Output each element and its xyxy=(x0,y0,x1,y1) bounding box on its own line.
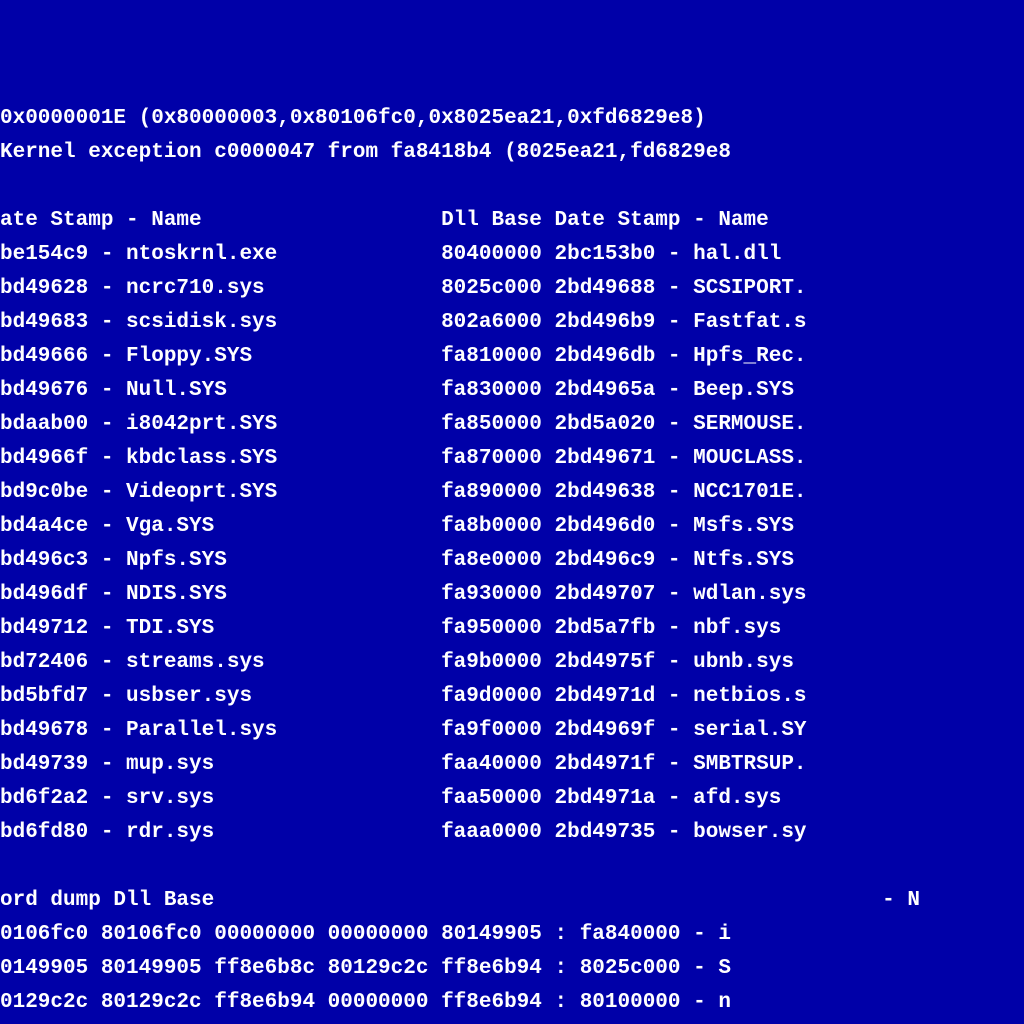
module-table-body: be154c9 - ntoskrnl.exe 80400000 2bc153b0… xyxy=(0,243,807,844)
kernel-exception-line: Kernel exception c0000047 from fa8418b4 … xyxy=(0,141,731,164)
dump-header: ord dump Dll Base - N xyxy=(0,889,920,912)
bsod-screen: 0x0000001E (0x80000003,0x80106fc0,0x8025… xyxy=(0,102,1024,1024)
dump-body: 0106fc0 80106fc0 00000000 00000000 80149… xyxy=(0,923,731,1024)
module-table-header: ate Stamp - Name Dll Base Date Stamp - N… xyxy=(0,209,769,232)
stop-code-line: 0x0000001E (0x80000003,0x80106fc0,0x8025… xyxy=(0,107,706,130)
